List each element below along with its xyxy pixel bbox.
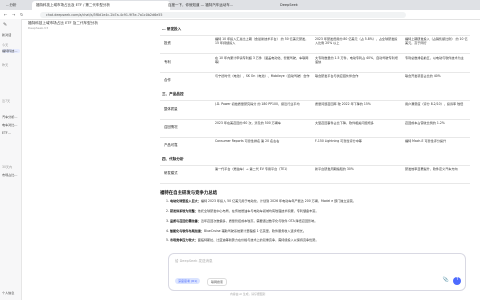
table-divider: [160, 100, 470, 101]
table-cell: F-150 Lightning 可靠性评分中等: [315, 139, 362, 143]
bullet-text: BlueCruise 辅助驾驶系统累计里程超 1 亿英里，软件服务收入逐步增长。: [203, 229, 306, 233]
deep-think-toggle[interactable]: 深度思考 (R1): [175, 278, 201, 284]
bullet-title: 电动化转型投入巨大：: [169, 199, 201, 203]
row-label: 召回情况: [164, 125, 178, 129]
table-cell: 福特上期研发投入（占销售额比例） 约 10 亿美元，高于同行: [405, 37, 468, 46]
browser-tab[interactable]: DeepSeek: [276, 1, 344, 10]
disclaimer-text: 内容由 AI 生成，请仔细甄别: [230, 292, 266, 296]
chat-model-label: DeepSeek-V3: [28, 26, 49, 30]
table-cell: J.D. Power 初始质量研究得分 约 180 PP100，接近行业平均: [215, 102, 300, 106]
web-search-toggle[interactable]: 联网搜索: [207, 278, 228, 286]
summary-bullet: 1. 电动化转型投入巨大：福特 2023 年投入 50 亿美元用于电动化，计划到…: [166, 199, 356, 203]
table-cell: 专利总数排名前五，以电动与软件技术为主: [405, 56, 464, 60]
table-divider: [160, 165, 470, 166]
summary-heading: 福特在自主研发与竞争力总结: [160, 191, 218, 196]
browser-tab-bar: …分析 福特科技上域市场占比及 ETF / 第二代车型分析 百度一下，你就知道 …: [0, 0, 480, 10]
row-label: 整体质量: [164, 107, 178, 111]
bullet-text: 近年召回次数偏多，质量管控成本较高，需要通过数字化与软件 OTA 降低召回影响。: [200, 219, 318, 223]
table-divider: [160, 119, 470, 120]
summary-bullet: 5. 市场竞争压力较大：面临特斯拉、比亚迪等新势力在价格与技术上的双重竞争，需持…: [166, 238, 319, 242]
row-label: 研发模式: [164, 171, 178, 175]
table-cell: 2023 年在美召回约 60 次，涉及约 500 万辆车: [215, 121, 281, 125]
bullet-text: 依托全球研发中心布局，在传统燃油车与电动车领域均有较强技术积累，专利储备丰富。: [197, 209, 319, 213]
table-cell: 新平台研发周期缩短约 30%: [315, 167, 354, 171]
bullet-text: 面临特斯拉、比亚迪等新势力在价格与技术上的双重竞争，需持续投入以保持竞争优势。: [197, 238, 319, 242]
forward-icon[interactable]: →: [12, 12, 15, 18]
table-cell: 福特 10 年投入汇总比上期（含最新技术平台） 约 50 亿美元研发，15 年持…: [215, 37, 309, 46]
table-divider: [160, 183, 470, 184]
row-label: 投资: [164, 41, 171, 45]
table-cell: 大专利数量约 1.5 万件，电动专利占 40%，自动驾驶专利增速快: [315, 56, 398, 65]
send-button[interactable]: [453, 276, 461, 285]
sidebar-group-label: 近7天: [2, 99, 11, 103]
section-heading: 四、代际分析: [162, 157, 184, 161]
table-cell: 联合开发项目占比约 40%: [405, 74, 441, 78]
row-label: 产品可靠: [164, 143, 178, 147]
sidebar: ✎ 新对话 今天 福特科技… 昨天 近7天 汽车分析… 电车对比… ETF… 3…: [0, 19, 22, 300]
sidebar-group-label: 昨天: [2, 63, 9, 67]
table-divider: [160, 137, 470, 138]
table-cell: 用户满意度（评分 8.2/10），投诉率 较低: [405, 102, 464, 106]
section-heading: 三、产品品控: [162, 92, 184, 96]
table-divider: [160, 53, 470, 54]
sidebar-item[interactable]: 汽车分析…: [2, 115, 20, 119]
table-cell: 在 10 年内累计申请专利超 3 万件（涵盖电动化、智能驾驶、车联网等）: [215, 56, 309, 65]
table-cell: 质量问题召回率 较 2022 年下降约 15%: [315, 102, 371, 106]
table-cell: 大型召回事件占比下降，软件相关问题增多: [315, 121, 374, 125]
table-cell: 与宁德时代（电池）、SK On（电池）、Mobileye（自动驾驶）合作: [215, 74, 310, 78]
row-label: 合作: [164, 78, 171, 82]
table-cell: Consumer Reports 可靠性排名 第 20 名左右: [215, 139, 280, 143]
bullet-title: 智能化与软件布局加速：: [169, 229, 204, 233]
message-input[interactable]: 给 DeepSeek 发送消息: [175, 259, 213, 264]
sidebar-item-new-chat[interactable]: 新对话: [2, 33, 20, 37]
table-cell: 召回成本占营收比例约 1.2%: [405, 121, 445, 125]
bullet-text: 福特 2023 年投入 50 亿美元用于电动化，计划到 2026 年电动车年产能…: [200, 199, 356, 203]
sidebar-item-current[interactable]: 福特科技…: [2, 49, 20, 53]
sidebar-group-label: 30天内: [2, 165, 13, 169]
section-heading: … 研发投入: [162, 27, 182, 31]
table-cell: 2023 年研发费用约 80 亿美元（占 5.8%），占全球研发投入比例 20%…: [315, 37, 398, 46]
summary-bullet: 2. 研发体系较为完整：依托全球研发中心布局，在传统燃油车与电动车领域均有较强技…: [166, 209, 319, 213]
table-divider: [160, 72, 470, 73]
new-chat-icon[interactable]: ✎: [3, 22, 7, 28]
bullet-title: 研发体系较为完整：: [169, 209, 198, 213]
sidebar-profile[interactable]: 个人信息: [2, 291, 20, 295]
table-divider: [160, 35, 470, 36]
table-cell: 第一代平台（燃油车）→ 第二代 EV 专用平台（TE1）: [215, 167, 290, 171]
sidebar-item[interactable]: 电车对比…: [2, 123, 20, 127]
back-icon[interactable]: ←: [4, 12, 7, 18]
table-cell: 研发效率显著提升，软件定义汽车方向: [405, 167, 458, 171]
row-label: 专利: [164, 60, 171, 64]
reload-icon[interactable]: ↻: [20, 12, 23, 18]
url-field[interactable]: chat.deepseek.com/a/chat/s/5f8d1e4c-2b7a…: [40, 11, 406, 18]
browser-tab-active[interactable]: 福特科技上域市场占比及 ETF / 第二代车型分析: [32, 1, 170, 10]
attach-icon[interactable]: 📎: [443, 277, 449, 283]
sidebar-group-label: 今天: [2, 43, 9, 47]
bullet-title: 品质与召回仍需改善：: [169, 219, 201, 223]
summary-bullet: 4. 智能化与软件布局加速：BlueCruise 辅助驾驶系统累计里程超 1 亿…: [166, 229, 306, 233]
sidebar-item[interactable]: ETF…: [2, 131, 20, 135]
table-cell: 福特 Mach-E 可靠性评分提升: [405, 139, 447, 143]
summary-bullet: 3. 品质与召回仍需改善：近年召回次数偏多，质量管控成本较高，需要通过数字化与软…: [166, 219, 318, 223]
bullet-title: 市场竞争压力较大：: [169, 238, 198, 242]
sidebar-item[interactable]: 市场占比…: [2, 173, 20, 177]
table-cell: 联合研发平台与供应链伙伴合作: [315, 74, 359, 78]
browser-tab[interactable]: 百度一下，你就知道 — 福特汽车运动车…: [164, 1, 282, 10]
message-composer[interactable]: 给 DeepSeek 发送消息 深度思考 (R1) 联网搜索 📎: [168, 253, 466, 291]
